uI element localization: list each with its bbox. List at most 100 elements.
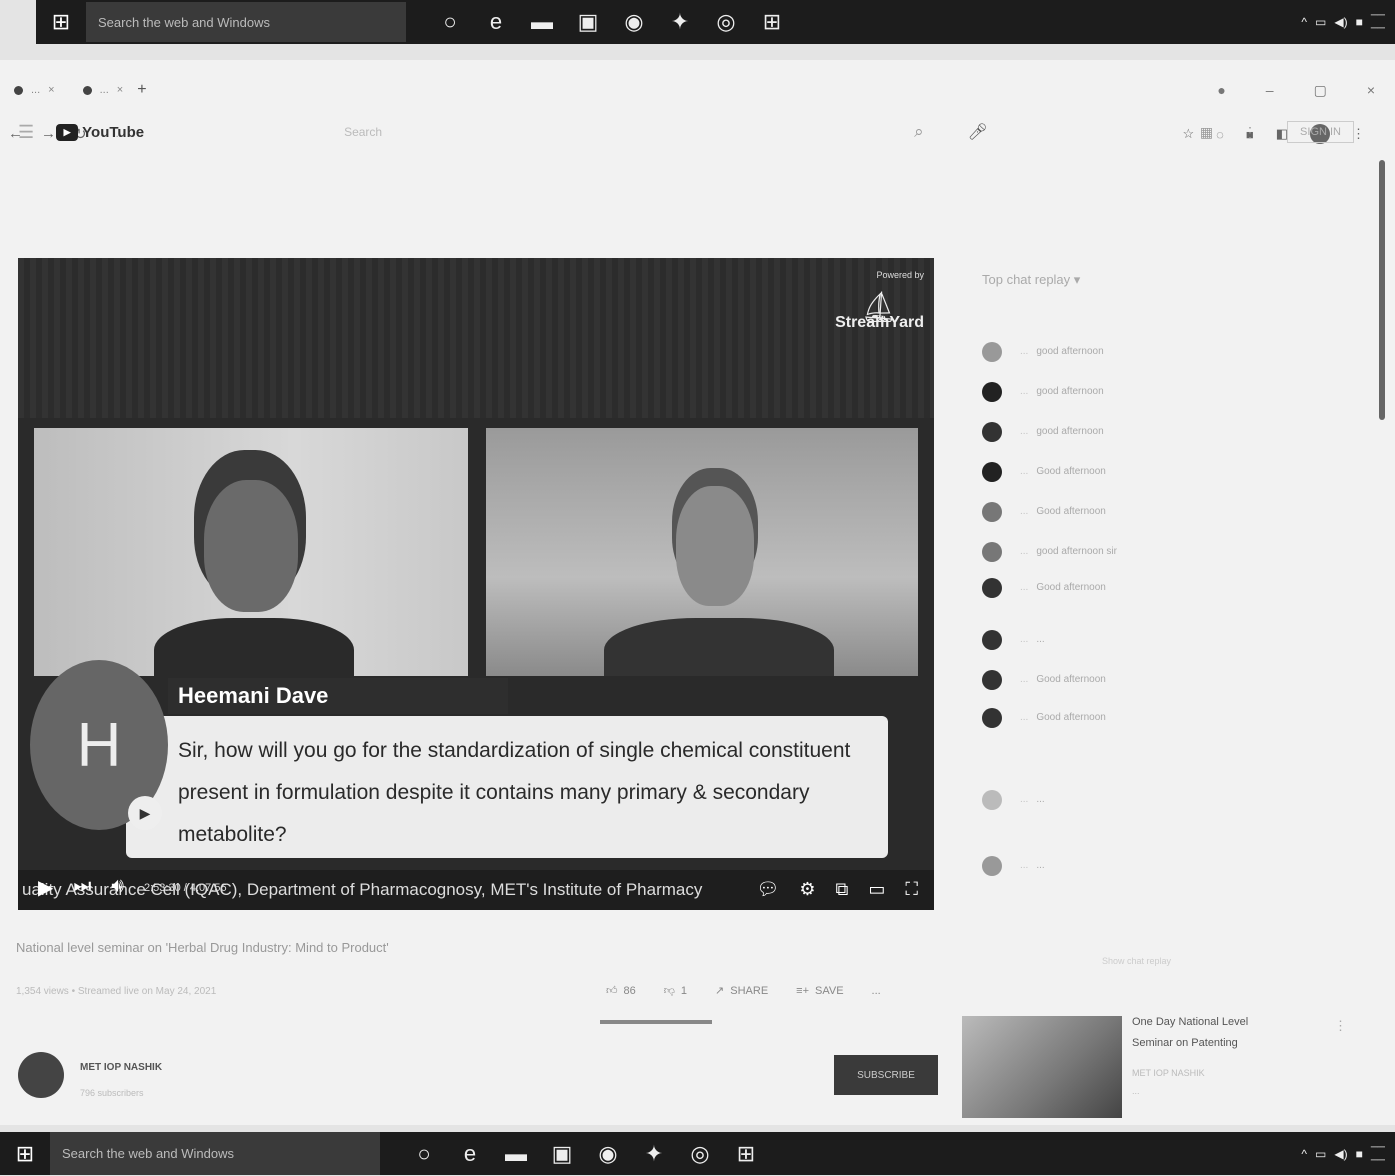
chat-avatar[interactable] <box>982 422 1002 442</box>
app-icon[interactable]: ✦ <box>640 1141 668 1167</box>
store-icon[interactable]: ▣ <box>548 1141 576 1167</box>
browser-tab[interactable]: ... × <box>0 84 69 96</box>
windows-icon[interactable]: ⊞ <box>732 1141 760 1167</box>
chat-message-text: ... Good afternoon <box>1020 578 1106 597</box>
search-input[interactable]: Search <box>344 117 904 147</box>
notification-icon[interactable]: ■ <box>1356 15 1363 29</box>
app-icon[interactable]: ◉ <box>594 1141 622 1167</box>
system-tray: ^ ▭ ◀) ■ ── ── <box>1301 9 1395 35</box>
tab-close-icon[interactable]: × <box>48 84 54 96</box>
cortana-icon[interactable]: ○ <box>436 9 464 35</box>
chat-message: ... Good afternoon <box>982 462 1302 482</box>
edge-icon[interactable]: e <box>482 9 510 35</box>
play-icon[interactable]: ▶ <box>38 875 53 900</box>
streamyard-watermark: Powered by ⛵︎ StreamYard <box>835 270 924 332</box>
chrome-icon[interactable]: ◎ <box>686 1141 714 1167</box>
hamburger-menu-icon[interactable]: ☰ <box>18 122 34 143</box>
youtube-logo[interactable]: ▶ YouTube <box>56 123 144 141</box>
chat-avatar[interactable] <box>982 790 1002 810</box>
chat-avatar[interactable] <box>982 462 1002 482</box>
app-icon[interactable]: ◉ <box>620 9 648 35</box>
chat-header[interactable]: Top chat replay ▾ <box>982 272 1080 288</box>
chat-avatar[interactable] <box>982 708 1002 728</box>
person-body <box>604 618 834 676</box>
apps-grid-icon[interactable]: ▦ <box>1200 124 1213 141</box>
app-icon[interactable]: ✦ <box>666 9 694 35</box>
youtube-play-icon: ▶ <box>56 123 79 141</box>
network-icon[interactable]: ▭ <box>1315 15 1326 29</box>
settings-dots-icon[interactable]: ⋮ <box>1243 124 1257 141</box>
chat-avatar[interactable] <box>982 502 1002 522</box>
mic-icon[interactable]: 🎤︎ <box>968 122 988 142</box>
chat-avatar[interactable] <box>982 856 1002 876</box>
chat-avatar[interactable] <box>982 670 1002 690</box>
minimize-icon[interactable]: – <box>1266 82 1274 99</box>
header-actions: ▦ ⋮ SIGN IN <box>1200 121 1380 143</box>
person-face <box>676 486 754 606</box>
chat-avatar[interactable] <box>982 542 1002 562</box>
store-icon[interactable]: ▣ <box>574 9 602 35</box>
theater-mode-icon[interactable]: ▭ <box>868 879 885 900</box>
chat-text: Good afternoon <box>1036 466 1106 477</box>
start-icon[interactable]: ⊞ <box>36 0 86 44</box>
speaker-camera-right <box>486 428 918 676</box>
maximize-icon[interactable]: ▢ <box>1314 82 1327 99</box>
chrome-icon[interactable]: ◎ <box>712 9 740 35</box>
volume-icon[interactable]: ◀) <box>1334 1147 1347 1161</box>
chat-avatar[interactable] <box>982 382 1002 402</box>
show-chat-replay-button[interactable]: Show chat replay <box>1102 956 1171 966</box>
save-button[interactable]: ≡+ SAVE <box>796 985 843 997</box>
recommended-video-thumbnail[interactable] <box>962 1016 1122 1118</box>
player-background <box>18 258 934 418</box>
taskbar-search-input[interactable]: Search the web and Windows <box>86 2 406 42</box>
like-button[interactable]: 👍︎ 86 <box>606 984 636 998</box>
taskbar-top: ⊞ Search the web and Windows ○ e ▬ ▣ ◉ ✦… <box>36 0 1395 44</box>
chat-text: good afternoon <box>1036 346 1104 357</box>
subscriber-count: 796 subscribers <box>80 1088 144 1098</box>
file-explorer-icon[interactable]: ▬ <box>502 1141 530 1167</box>
channel-avatar[interactable] <box>18 1052 64 1098</box>
windows-icon[interactable]: ⊞ <box>758 9 786 35</box>
dislike-button[interactable]: 👎︎ 1 <box>664 984 687 998</box>
recommended-more-icon[interactable]: ⋮ <box>1334 1018 1347 1034</box>
recommended-video-title[interactable]: One Day National Level Seminar on Patent… <box>1132 1012 1282 1054</box>
miniplayer-icon[interactable]: ⧉ <box>836 879 849 900</box>
notification-icon[interactable]: ■ <box>1356 1147 1363 1161</box>
chat-icon[interactable]: 💬︎ <box>757 879 780 900</box>
chat-author: ... <box>1020 386 1029 397</box>
volume-icon[interactable]: ◀) <box>1334 15 1347 29</box>
edge-icon[interactable]: e <box>456 1141 484 1167</box>
new-tab-icon[interactable]: + <box>137 81 146 99</box>
share-button[interactable]: ↗ SHARE <box>715 984 768 998</box>
taskbar-search-input[interactable]: Search the web and Windows <box>50 1132 380 1175</box>
channel-name[interactable]: MET IOP NASHIK <box>80 1062 162 1073</box>
like-count: 86 <box>623 984 636 997</box>
tab-close-icon[interactable]: × <box>117 84 123 96</box>
cortana-icon[interactable]: ○ <box>410 1141 438 1167</box>
volume-icon[interactable]: 🔊︎ <box>111 875 124 900</box>
page-scrollbar[interactable] <box>1379 160 1385 420</box>
tray-chevron-icon[interactable]: ^ <box>1301 15 1307 29</box>
chat-avatar[interactable] <box>982 578 1002 598</box>
close-window-icon[interactable]: × <box>1367 82 1375 99</box>
search-icon[interactable]: ⌕ <box>914 122 924 142</box>
profile-dot-icon[interactable]: ● <box>1217 82 1225 99</box>
fullscreen-icon[interactable]: ⛶ <box>905 879 918 900</box>
tray-chevron-icon[interactable]: ^ <box>1301 1147 1307 1161</box>
sign-in-button[interactable]: SIGN IN <box>1287 121 1354 143</box>
settings-gear-icon[interactable]: ⚙ <box>799 879 815 900</box>
subscribe-button[interactable]: SUBSCRIBE <box>834 1055 938 1095</box>
chat-avatar[interactable] <box>982 342 1002 362</box>
clock[interactable]: ── ── <box>1371 9 1385 35</box>
file-explorer-icon[interactable]: ▬ <box>528 9 556 35</box>
browser-tab[interactable]: ... × <box>69 84 138 96</box>
more-actions-button[interactable]: ... <box>872 985 881 997</box>
chat-message: ... good afternoon sir <box>982 542 1302 562</box>
clock[interactable]: ── ── <box>1371 1141 1385 1167</box>
next-icon[interactable]: ⏭ <box>73 875 91 900</box>
network-icon[interactable]: ▭ <box>1315 1147 1326 1161</box>
like-ratio-bar <box>600 1020 712 1024</box>
start-icon[interactable]: ⊞ <box>0 1132 50 1176</box>
chat-avatar[interactable] <box>982 630 1002 650</box>
video-player[interactable]: Powered by ⛵︎ StreamYard Heemani Dave Si… <box>18 258 934 910</box>
